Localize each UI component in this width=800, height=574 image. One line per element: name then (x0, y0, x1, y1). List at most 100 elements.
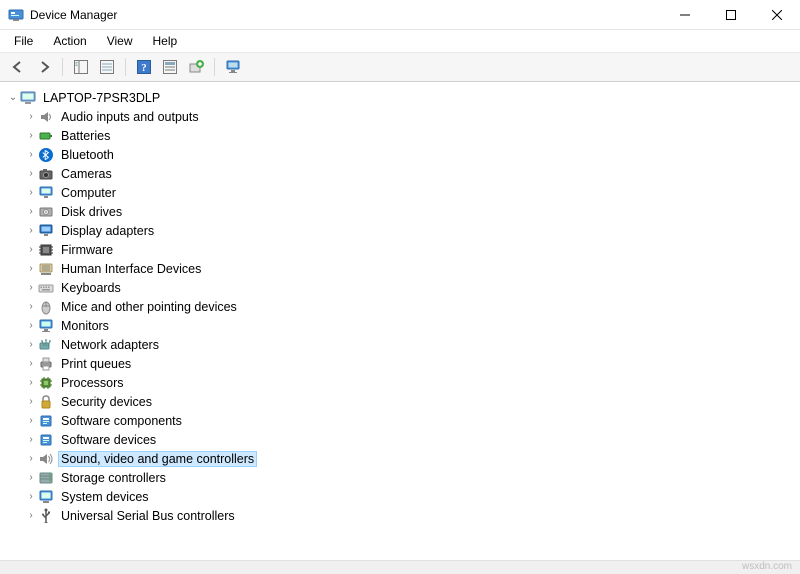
tree-item[interactable]: ›Sound, video and game controllers (2, 449, 796, 468)
keyboard-icon (38, 280, 54, 296)
properties-button[interactable] (95, 56, 119, 78)
tree-root[interactable]: ⌄ LAPTOP-7PSR3DLP (2, 88, 796, 107)
tree-item[interactable]: ›Keyboards (2, 278, 796, 297)
menu-action[interactable]: Action (45, 32, 94, 50)
menu-file[interactable]: File (6, 32, 41, 50)
tree-item-label: Processors (58, 375, 127, 391)
add-hardware-button[interactable] (184, 56, 208, 78)
tree-item[interactable]: › Audio inputs and outputs (2, 107, 796, 126)
forward-button[interactable] (32, 56, 56, 78)
speaker-icon (38, 109, 54, 125)
processor-icon (38, 375, 54, 391)
tree-item[interactable]: › Display adapters (2, 221, 796, 240)
tree-item[interactable]: ›Security devices (2, 392, 796, 411)
sound-icon (38, 451, 54, 467)
tree-item[interactable]: › Universal Serial Bus controllers (2, 506, 796, 525)
scan-hardware-button[interactable] (158, 56, 182, 78)
firmware-icon (38, 242, 54, 258)
toolbar-separator (214, 58, 215, 76)
software-icon (38, 413, 54, 429)
svg-text:?: ? (141, 62, 147, 74)
battery-icon (38, 128, 54, 144)
expand-icon[interactable]: › (24, 244, 38, 255)
storage-icon (38, 470, 54, 486)
tree-item[interactable]: › Software devices (2, 430, 796, 449)
expand-icon[interactable]: › (24, 377, 38, 388)
expand-icon[interactable]: › (24, 415, 38, 426)
disk-icon (38, 204, 54, 220)
expand-icon[interactable]: › (24, 491, 38, 502)
tree-item-label: Software devices (58, 432, 159, 448)
tree-item-label: Universal Serial Bus controllers (58, 508, 238, 524)
app-icon (8, 7, 24, 23)
maximize-button[interactable] (708, 0, 754, 30)
network-icon (38, 337, 54, 353)
expand-icon[interactable]: › (24, 320, 38, 331)
menu-help[interactable]: Help (145, 32, 186, 50)
tree-item[interactable]: › Human Interface Devices (2, 259, 796, 278)
expand-icon[interactable]: › (24, 149, 38, 160)
menu-view[interactable]: View (99, 32, 141, 50)
expand-icon[interactable]: › (24, 434, 38, 445)
minimize-button[interactable] (662, 0, 708, 30)
menubar: File Action View Help (0, 30, 800, 52)
tree-item[interactable]: › System devices (2, 487, 796, 506)
tree-item[interactable]: › Network adapters (2, 335, 796, 354)
tree-item-label: System devices (58, 489, 152, 505)
expand-icon[interactable]: › (24, 225, 38, 236)
toolbar-separator (125, 58, 126, 76)
expand-icon[interactable]: › (24, 510, 38, 521)
tree-item[interactable]: › Mice and other pointing devices (2, 297, 796, 316)
expand-icon[interactable]: › (24, 168, 38, 179)
tree-item-label: Storage controllers (58, 470, 169, 486)
expand-icon[interactable]: › (24, 472, 38, 483)
expand-icon[interactable]: › (24, 282, 38, 293)
software-icon (38, 432, 54, 448)
tree-item[interactable]: ›Monitors (2, 316, 796, 335)
security-icon (38, 394, 54, 410)
tree-item-label: Network adapters (58, 337, 162, 353)
expand-icon[interactable]: › (24, 111, 38, 122)
expand-icon[interactable]: › (24, 206, 38, 217)
mouse-icon (38, 299, 54, 315)
expand-icon[interactable]: › (24, 396, 38, 407)
tree-item[interactable]: › Firmware (2, 240, 796, 259)
tree-item-label: Bluetooth (58, 147, 117, 163)
tree-item[interactable]: › Bluetooth (2, 145, 796, 164)
statusbar (0, 560, 800, 574)
expand-icon[interactable]: › (24, 187, 38, 198)
tree-item[interactable]: › Computer (2, 183, 796, 202)
tree-root-label: LAPTOP-7PSR3DLP (40, 90, 163, 106)
show-hide-console-button[interactable] (69, 56, 93, 78)
help-button[interactable]: ? (132, 56, 156, 78)
tree-item[interactable]: › Print queues (2, 354, 796, 373)
back-button[interactable] (6, 56, 30, 78)
device-tree[interactable]: ⌄ LAPTOP-7PSR3DLP › Audio inputs and outp… (0, 82, 800, 542)
expand-icon[interactable]: › (24, 339, 38, 350)
expand-icon[interactable]: › (24, 453, 38, 464)
computer-button[interactable] (221, 56, 245, 78)
tree-item[interactable]: ›Disk drives (2, 202, 796, 221)
tree-item[interactable]: › Storage controllers (2, 468, 796, 487)
hid-icon (38, 261, 54, 277)
tree-item-label: Print queues (58, 356, 134, 372)
tree-item[interactable]: ›Cameras (2, 164, 796, 183)
tree-item-label: Computer (58, 185, 119, 201)
expand-icon[interactable]: › (24, 130, 38, 141)
tree-item[interactable]: ›Software components (2, 411, 796, 430)
close-button[interactable] (754, 0, 800, 30)
window-title: Device Manager (30, 8, 117, 22)
tree-item-label: Human Interface Devices (58, 261, 204, 277)
expand-icon[interactable]: ⌄ (6, 92, 20, 103)
expand-icon[interactable]: › (24, 263, 38, 274)
tree-item-label: Firmware (58, 242, 116, 258)
tree-item[interactable]: ›Batteries (2, 126, 796, 145)
tree-item[interactable]: › Processors (2, 373, 796, 392)
tree-item-label: Audio inputs and outputs (58, 109, 202, 125)
expand-icon[interactable]: › (24, 358, 38, 369)
watermark: wsxdn.com (742, 561, 792, 572)
printer-icon (38, 356, 54, 372)
expand-icon[interactable]: › (24, 301, 38, 312)
tree-item-label: Display adapters (58, 223, 157, 239)
tree-item-label: Mice and other pointing devices (58, 299, 240, 315)
